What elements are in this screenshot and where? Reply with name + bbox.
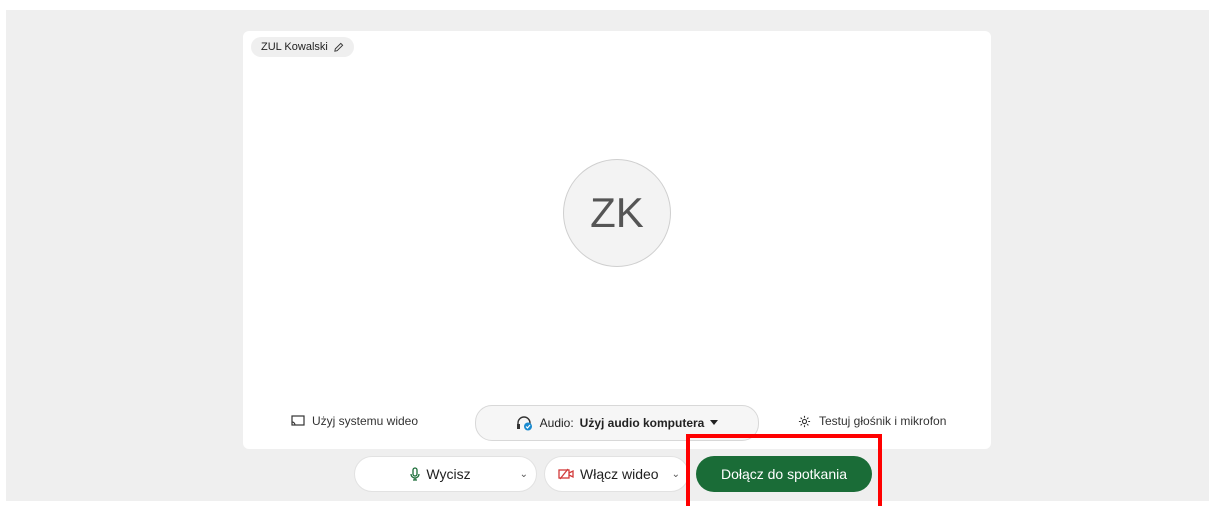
audio-prefix: Audio: — [539, 416, 574, 430]
use-video-system-label: Użyj systemu wideo — [312, 414, 419, 428]
video-off-icon — [558, 468, 574, 480]
microphone-icon — [410, 467, 421, 481]
avatar-initials: ZK — [590, 189, 644, 236]
user-name-pill[interactable]: ZUL Kowalski — [251, 37, 354, 57]
chevron-down-icon[interactable]: ⌄ — [672, 469, 680, 480]
meeting-lobby: ZUL Kowalski ZK Użyj systemu wideo Audio… — [6, 10, 1209, 501]
start-video-button[interactable]: Włącz wideo ⌄ — [544, 456, 689, 492]
mute-button[interactable]: Wycisz ⌄ — [354, 456, 537, 492]
chevron-down-icon[interactable]: ⌄ — [520, 469, 528, 480]
screen-cast-icon — [291, 415, 305, 427]
use-video-system-button[interactable]: Użyj systemu wideo — [291, 414, 418, 428]
chevron-down-icon — [710, 420, 719, 426]
join-meeting-button[interactable]: Dołącz do spotkania — [696, 456, 872, 492]
test-speaker-mic-label: Testuj głośnik i mikrofon — [819, 414, 947, 428]
join-meeting-label: Dołącz do spotkania — [720, 466, 848, 482]
self-preview-panel: ZUL Kowalski ZK Użyj systemu wideo Audio… — [243, 31, 991, 449]
audio-selector[interactable]: Audio: Użyj audio komputera — [475, 405, 759, 441]
start-video-label: Włącz wideo — [580, 466, 659, 482]
test-speaker-mic-button[interactable]: Testuj głośnik i mikrofon — [798, 414, 946, 428]
mute-label: Wycisz — [426, 466, 471, 482]
gear-icon — [798, 415, 811, 428]
avatar: ZK — [563, 159, 671, 267]
user-name: ZUL Kowalski — [261, 41, 328, 53]
pencil-icon[interactable] — [333, 42, 344, 53]
audio-value: Użyj audio komputera — [579, 416, 705, 430]
headset-icon — [516, 415, 534, 431]
